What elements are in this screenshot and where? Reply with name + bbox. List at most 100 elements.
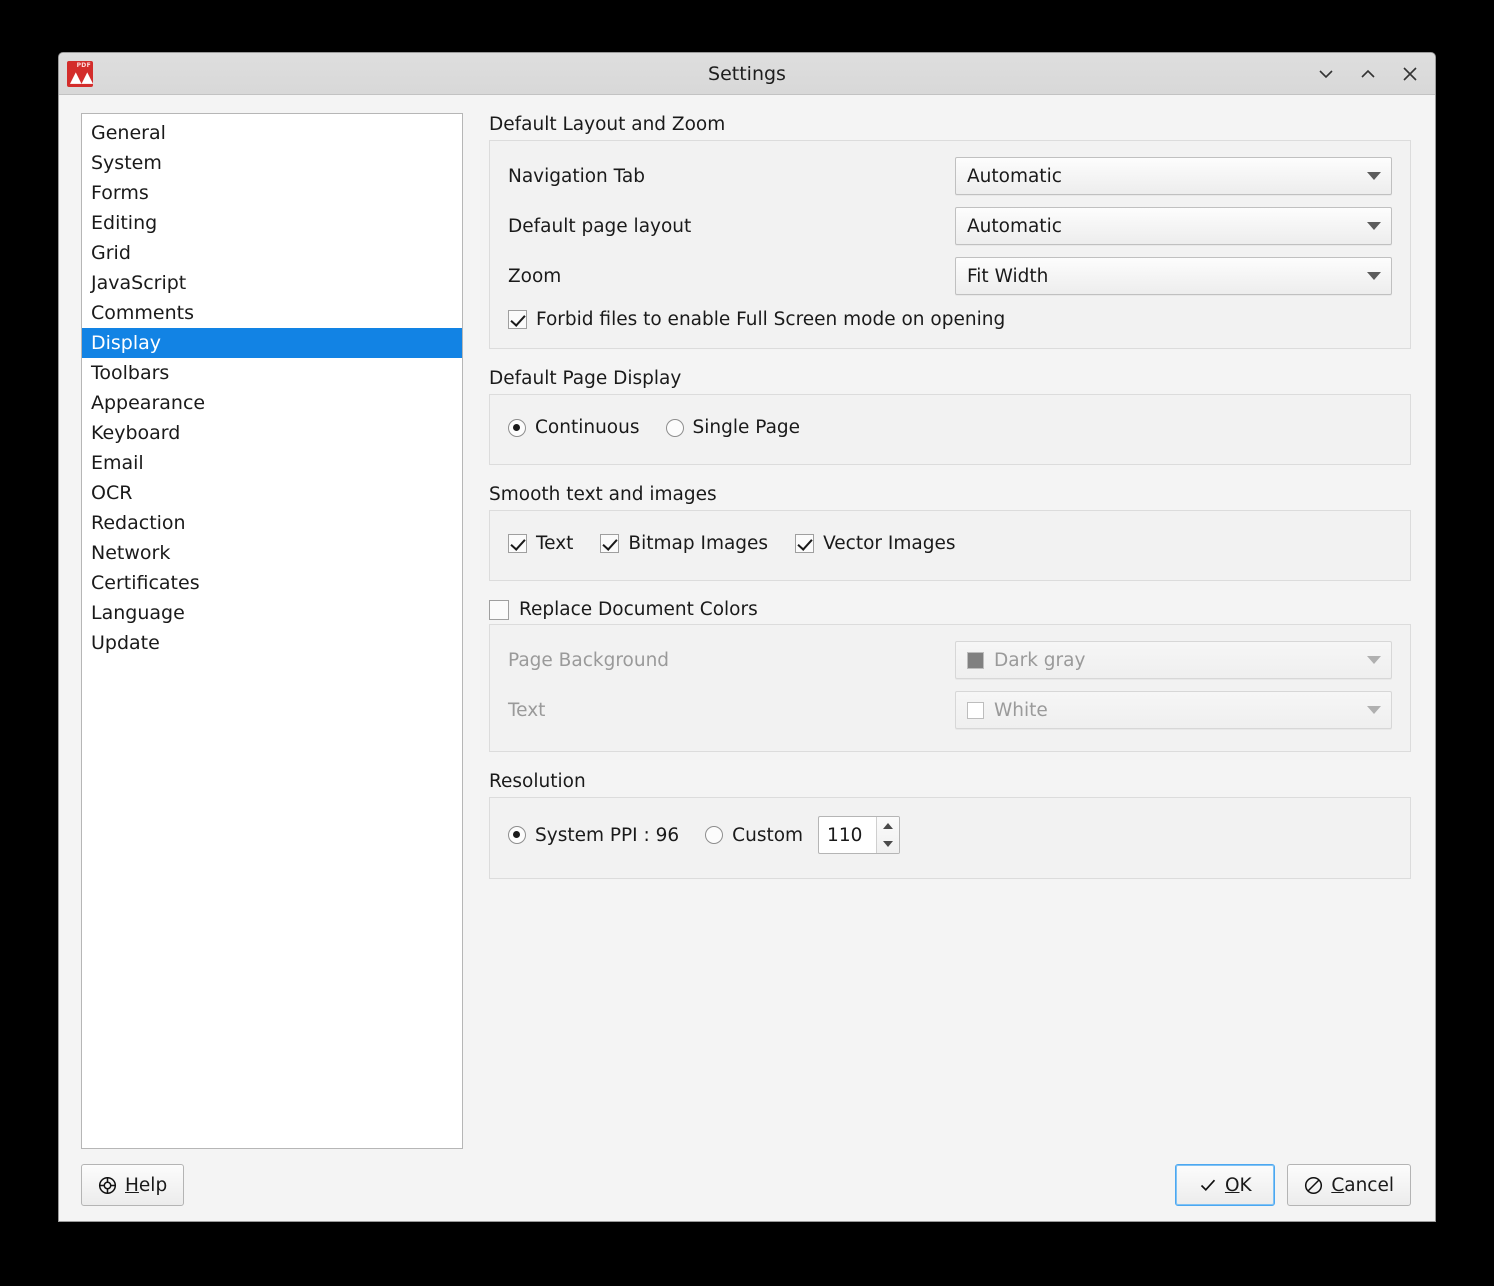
group-default-page-display: Default Page Display Continuous Single P… <box>489 367 1411 465</box>
replace-document-colors-checkbox[interactable]: Replace Document Colors <box>489 599 1411 620</box>
page-background-color-select: Dark gray <box>955 641 1392 679</box>
radio-continuous-label: Continuous <box>535 417 640 438</box>
help-accel: H <box>125 1174 139 1196</box>
chevron-down-icon <box>1367 172 1381 180</box>
default-page-layout-select[interactable]: Automatic <box>955 207 1392 245</box>
sidebar-item-forms[interactable]: Forms <box>82 178 462 208</box>
zoom-select[interactable]: Fit Width <box>955 257 1392 295</box>
maximize-button[interactable] <box>1353 59 1383 89</box>
group-resolution: Resolution System PPI : 96 Custom 110 <box>489 770 1411 879</box>
sidebar-item-update[interactable]: Update <box>82 628 462 658</box>
sidebar-item-ocr[interactable]: OCR <box>82 478 462 508</box>
group-title-layout-zoom: Default Layout and Zoom <box>489 114 726 135</box>
help-button[interactable]: Help <box>81 1164 185 1206</box>
no-entry-icon <box>1304 1176 1323 1195</box>
sidebar-item-javascript[interactable]: JavaScript <box>82 268 462 298</box>
checkmark-icon <box>600 534 620 553</box>
sidebar-item-certificates[interactable]: Certificates <box>82 568 462 598</box>
label-page-background: Page Background <box>508 649 670 671</box>
page-display-radio-group: Continuous Single Page <box>508 417 1392 438</box>
smooth-bitmap-images-checkbox[interactable]: Bitmap Images <box>600 533 768 554</box>
checkmark-icon <box>508 310 527 329</box>
color-swatch-dark-gray <box>967 651 984 669</box>
group-title-resolution: Resolution <box>489 771 586 792</box>
forbid-fullscreen-label: Forbid files to enable Full Screen mode … <box>536 309 1006 330</box>
checkmark-icon <box>795 534 815 553</box>
sidebar-item-editing[interactable]: Editing <box>82 208 462 238</box>
ok-button[interactable]: OK <box>1175 1164 1276 1206</box>
row-navigation-tab: Navigation Tab Automatic <box>508 157 1392 195</box>
radio-continuous[interactable]: Continuous <box>508 417 640 438</box>
page-background-value: Dark gray <box>994 649 1086 671</box>
ok-button-label: OK <box>1225 1175 1252 1196</box>
stepper-up-icon[interactable] <box>877 817 899 835</box>
row-page-background: Page Background Dark gray <box>508 641 1392 679</box>
settings-dialog: PDF ▲▲ Settings General System Forms Edi… <box>58 52 1436 1222</box>
group-title-smoothing: Smooth text and images <box>489 484 717 505</box>
label-navigation-tab: Navigation Tab <box>508 165 645 187</box>
window-title: Settings <box>708 62 786 85</box>
label-text-color: Text <box>508 699 546 721</box>
title-bar: PDF ▲▲ Settings <box>59 53 1435 95</box>
radio-empty-icon <box>665 418 684 437</box>
sidebar-item-network[interactable]: Network <box>82 538 462 568</box>
app-icon: PDF ▲▲ <box>67 60 93 87</box>
group-replace-document-colors: Replace Document Colors Page Background … <box>489 599 1411 752</box>
label-zoom: Zoom <box>508 265 562 287</box>
row-default-page-layout: Default page layout Automatic <box>508 207 1392 245</box>
navigation-tab-select[interactable]: Automatic <box>955 157 1392 195</box>
cancel-accel: C <box>1331 1174 1345 1196</box>
smooth-vector-images-checkbox[interactable]: Vector Images <box>795 533 956 554</box>
chevron-down-icon <box>1367 272 1381 280</box>
group-smooth-text-and-images: Smooth text and images Text Bitmap Image… <box>489 483 1411 581</box>
window-controls <box>1311 59 1425 89</box>
sidebar-item-system[interactable]: System <box>82 148 462 178</box>
radio-system-ppi[interactable]: System PPI : 96 <box>508 825 679 846</box>
sidebar-item-appearance[interactable]: Appearance <box>82 388 462 418</box>
custom-ppi-value[interactable]: 110 <box>819 817 876 853</box>
resolution-radio-group: System PPI : 96 Custom 110 <box>508 816 1392 854</box>
minimize-button[interactable] <box>1311 59 1341 89</box>
sidebar-item-language[interactable]: Language <box>82 598 462 628</box>
radio-single-page[interactable]: Single Page <box>665 417 800 438</box>
lifebuoy-icon <box>98 1176 117 1195</box>
help-button-label: Help <box>125 1175 167 1196</box>
group-box-page-display: Continuous Single Page <box>489 394 1411 465</box>
display-settings-panel: Default Layout and Zoom Navigation Tab A… <box>463 113 1415 1149</box>
default-page-layout-value: Automatic <box>967 215 1062 237</box>
custom-ppi-stepper[interactable]: 110 <box>818 816 901 854</box>
sidebar-item-toolbars[interactable]: Toolbars <box>82 358 462 388</box>
cancel-rest: ancel <box>1344 1174 1394 1196</box>
smooth-text-checkbox[interactable]: Text <box>508 533 573 554</box>
color-swatch-white <box>967 701 984 719</box>
text-color-value: White <box>994 699 1048 721</box>
smoothing-checkbox-group: Text Bitmap Images Vector Images <box>508 533 1392 554</box>
sidebar-item-grid[interactable]: Grid <box>82 238 462 268</box>
radio-empty-icon <box>705 826 724 844</box>
dialog-body: General System Forms Editing Grid JavaSc… <box>59 95 1435 1149</box>
sidebar-item-redaction[interactable]: Redaction <box>82 508 462 538</box>
sidebar-item-keyboard[interactable]: Keyboard <box>82 418 462 448</box>
forbid-fullscreen-checkbox[interactable]: Forbid files to enable Full Screen mode … <box>508 309 1005 330</box>
group-box-layout-zoom: Navigation Tab Automatic Default page la… <box>489 140 1411 349</box>
help-rest: elp <box>138 1174 168 1196</box>
chevron-down-icon <box>1367 706 1381 714</box>
sidebar-item-display[interactable]: Display <box>82 328 462 358</box>
settings-category-list[interactable]: General System Forms Editing Grid JavaSc… <box>81 113 463 1149</box>
app-icon-mark: ▲▲ <box>70 67 93 86</box>
checkbox-empty-icon <box>489 599 509 620</box>
checkmark-icon <box>508 534 527 553</box>
sidebar-item-email[interactable]: Email <box>82 448 462 478</box>
cancel-button[interactable]: Cancel <box>1287 1164 1411 1206</box>
smooth-bitmap-images-label: Bitmap Images <box>628 533 769 554</box>
close-button[interactable] <box>1395 59 1425 89</box>
zoom-value: Fit Width <box>967 265 1049 287</box>
group-box-resolution: System PPI : 96 Custom 110 <box>489 797 1411 879</box>
sidebar-item-general[interactable]: General <box>82 118 462 148</box>
group-box-smoothing: Text Bitmap Images Vector Images <box>489 510 1411 581</box>
radio-custom-ppi[interactable]: Custom <box>705 825 803 846</box>
chevron-down-icon <box>1367 222 1381 230</box>
sidebar-item-comments[interactable]: Comments <box>82 298 462 328</box>
stepper-down-icon[interactable] <box>877 835 899 853</box>
row-zoom: Zoom Fit Width <box>508 257 1392 295</box>
